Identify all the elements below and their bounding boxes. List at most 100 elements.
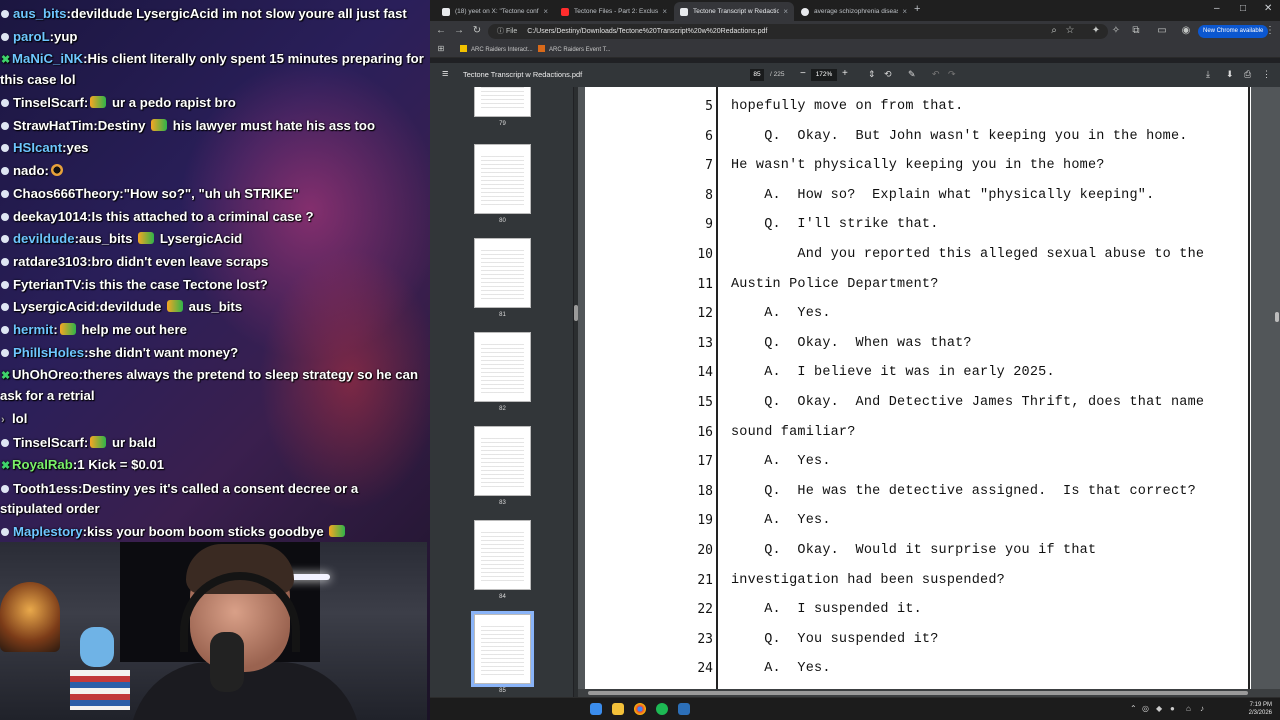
browser-window: (18) yeet on X: "Tectone confir × Tecton… [430,0,1280,697]
tray-app-icon[interactable]: ● [1170,704,1175,713]
redo-icon[interactable]: ↷ [948,69,956,80]
scrollbar-thumb[interactable] [1275,312,1279,322]
file-explorer-icon[interactable] [612,703,624,715]
chat-username[interactable]: TinselScarf [13,435,84,450]
close-icon[interactable]: × [783,7,788,16]
chat-text: devildude LysergicAcid im not slow youre… [70,6,407,21]
bookmark-item[interactable]: ARC Raiders Interact... [460,45,533,53]
forward-icon[interactable]: → [453,25,465,36]
chat-text: aus_bits [188,299,243,315]
spotify-icon[interactable] [656,703,668,715]
profile-icon[interactable]: ◉ [1180,25,1192,36]
tray-chevron-icon[interactable]: ⌃ [1130,704,1137,713]
save-icon[interactable]: ⤓ [1206,69,1210,80]
verified-badge-icon: ✖ [1,54,11,67]
apps-grid-icon[interactable]: ⊞ [435,44,447,53]
chat-username[interactable]: devildude [13,231,75,246]
zoom-icon[interactable]: ⌕ [1048,25,1060,36]
transcript-line: Q. He was the detective assigned. Is tha… [731,483,1196,499]
thumbnail-sidebar: 79 80 81 82 83 84 85 [430,87,573,697]
zoom-in-button[interactable]: + [842,68,848,79]
chat-username[interactable]: paroL [13,29,50,44]
print-icon[interactable]: ⎙ [1244,69,1251,80]
page-thumbnail[interactable] [474,87,531,117]
sidepanel-icon[interactable]: ▭ [1156,25,1168,36]
volume-icon[interactable]: ♪ [1200,704,1204,713]
file-chip[interactable]: ⓘ File [497,28,517,35]
bookmark-star-icon[interactable]: ☆ [1064,25,1076,36]
fit-page-icon[interactable]: ⇕ [868,69,876,80]
tray-app-icon[interactable]: ◆ [1156,704,1162,713]
hamburger-menu-icon[interactable]: ≡ [442,68,448,80]
more-options-icon[interactable]: ⋮ [1262,69,1271,80]
chat-username[interactable]: UhOhOreo [12,367,79,382]
line-number: 11 [697,276,713,292]
line-number: 21 [697,572,713,588]
back-icon[interactable]: ← [435,25,447,36]
chat-badge-icon [1,348,9,357]
chat-username[interactable]: RoyalRab [12,457,73,472]
app-icon[interactable] [678,703,690,715]
chat-username[interactable]: ratdare3103 [13,254,87,269]
chat-username[interactable]: TinselScarf [13,95,84,110]
tab-youtube[interactable]: Tectone Files - Part 2: Exclusiv × [555,2,673,21]
chrome-icon[interactable] [634,703,646,715]
download-icon[interactable]: ⬇ [1226,69,1234,80]
page-thumbnail[interactable] [474,520,531,590]
tray-app-icon[interactable]: ◎ [1142,704,1149,713]
undo-icon[interactable]: ↶ [932,69,940,80]
page-thumbnail[interactable] [474,426,531,496]
chat-message: ✖ RoyalRab:1 Kick = $0.01 [0,455,424,476]
chat-username[interactable]: nado [13,163,45,178]
chat-username[interactable]: hermit [13,322,53,337]
tab-x[interactable]: (18) yeet on X: "Tectone confir × [436,2,554,21]
chat-username[interactable]: PhillsHoles [13,345,84,360]
system-clock[interactable]: 7:19 PM 2/3/2026 [1249,701,1272,717]
page-number-input[interactable]: 85 [750,69,764,81]
scrollbar-thumb[interactable] [588,691,1248,695]
chat-username[interactable]: Maplestory [13,524,83,539]
zoom-input[interactable]: 172% [811,69,837,81]
chat-username[interactable]: MaNiC_iNK [12,51,83,66]
rotate-icon[interactable]: ⟲ [884,69,892,80]
chat-username[interactable]: FyterianTV [13,277,80,292]
windows-start-icon[interactable] [590,703,602,715]
close-icon[interactable]: × [543,7,548,16]
chat-username[interactable]: deekay1014 [13,209,87,224]
close-window-icon[interactable]: ✕ [1264,3,1272,14]
close-icon[interactable]: × [662,7,667,16]
chat-badge-icon [1,212,9,221]
close-icon[interactable]: × [902,7,907,16]
annotate-icon[interactable]: ✎ [908,69,916,80]
reload-icon[interactable]: ↻ [471,25,483,36]
pdf-icon [680,7,688,16]
bookmark-item[interactable]: ARC Raiders Event T... [538,45,611,53]
chat-username[interactable]: aus_bits [13,6,67,21]
page-thumbnail[interactable] [471,611,534,687]
extension-icon[interactable]: ✦ [1090,25,1102,36]
page-thumbnail[interactable] [474,332,531,402]
chat-username[interactable]: LysergicAcid [13,299,95,314]
chat-username[interactable]: StrawHatTim [13,118,93,133]
extension-icon[interactable]: ✧ [1110,25,1122,36]
vertical-scrollbar[interactable] [1274,87,1280,697]
maximize-icon[interactable]: □ [1240,3,1246,14]
update-chrome-button[interactable]: New Chrome available [1198,25,1269,38]
page-thumbnail[interactable] [474,144,531,214]
chat-username[interactable]: Tooth1ess [13,481,78,496]
minimize-icon[interactable]: – [1214,3,1220,14]
page-thumbnail[interactable] [474,238,531,308]
chat-message: Chaos666Theory:"How so?", "uh uh STRIKE" [0,184,424,204]
extensions-puzzle-icon[interactable]: ⧉ [1130,25,1142,36]
menu-dots-icon[interactable]: ⋮ [1264,25,1276,36]
new-tab-button[interactable]: + [914,3,920,15]
tab-pdf[interactable]: Tectone Transcript w Redaction × [674,2,794,21]
chat-username[interactable]: HSIcant [13,140,62,155]
address-bar[interactable]: ⓘ File C:/Users/Destiny/Downloads/Tecton… [488,24,1108,39]
transcript-line: A. How so? Explain what "physically keep… [731,187,1155,203]
chat-username[interactable]: Chaos666Theory [13,186,119,201]
zoom-out-button[interactable]: − [800,68,806,79]
horizontal-scrollbar[interactable] [578,689,1280,697]
tab-google[interactable]: average schizophrenia disease × [795,2,913,21]
network-icon[interactable]: ⌂ [1186,704,1191,713]
